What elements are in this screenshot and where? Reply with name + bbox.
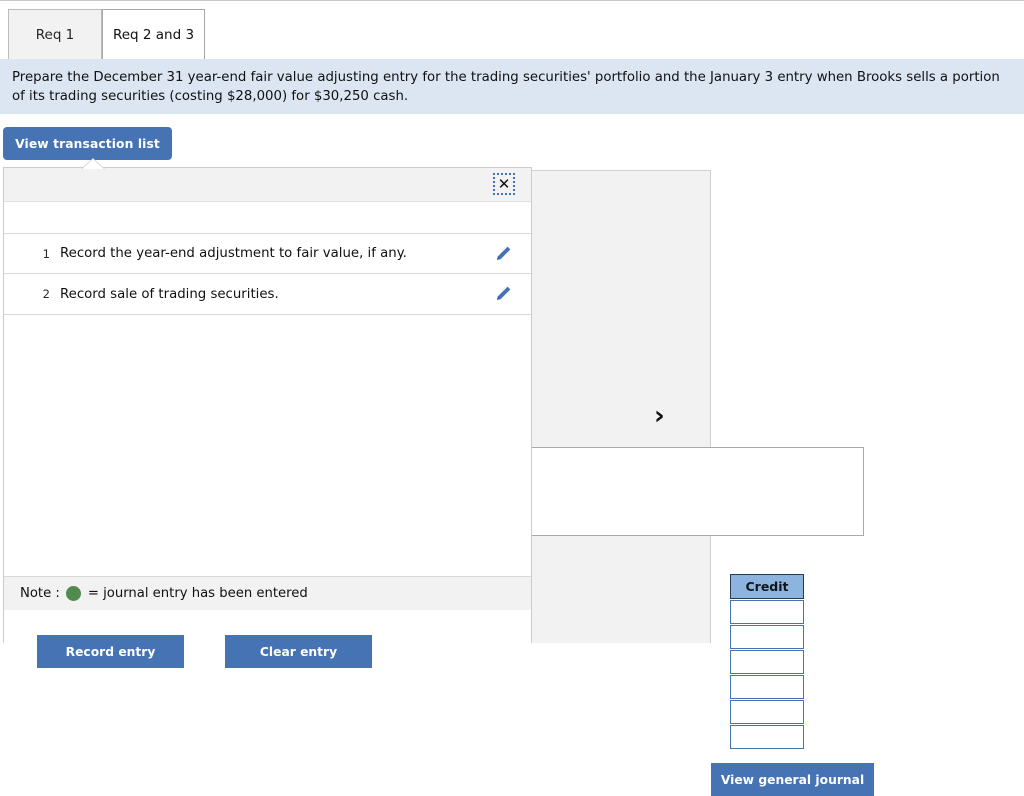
note-legend: Note : = journal entry has been entered <box>4 576 531 610</box>
green-dot-icon <box>65 586 81 601</box>
note-suffix: = journal entry has been entered <box>87 586 308 601</box>
credit-input-row[interactable] <box>730 650 804 674</box>
credit-input-row[interactable] <box>730 675 804 699</box>
note-prefix: Note : <box>20 586 60 601</box>
close-icon[interactable]: ✕ <box>493 173 515 195</box>
record-entry-button[interactable]: Record entry <box>37 635 184 668</box>
view-transaction-list-button[interactable]: View transaction list <box>3 127 172 160</box>
pencil-icon[interactable] <box>475 284 531 304</box>
modal-footer: Record entry Clear entry <box>4 610 531 676</box>
modal-notch <box>82 159 104 169</box>
list-item[interactable]: 1 Record the year-end adjustment to fair… <box>4 233 531 274</box>
modal-header: ✕ <box>4 168 531 202</box>
credit-input-row[interactable] <box>730 625 804 649</box>
transaction-list: 1 Record the year-end adjustment to fair… <box>4 233 531 315</box>
memo-textarea[interactable] <box>529 447 864 536</box>
tab-req-1[interactable]: Req 1 <box>8 9 102 59</box>
transaction-label: Record sale of trading securities. <box>60 286 279 302</box>
tab-strip: Req 1 Req 2 and 3 <box>0 1 1024 59</box>
view-general-journal-button[interactable]: View general journal <box>711 763 874 796</box>
tab-req-2-and-3[interactable]: Req 2 and 3 <box>102 9 205 59</box>
transaction-label: Record the year-end adjustment to fair v… <box>60 246 407 261</box>
credit-column: Credit <box>730 574 804 749</box>
transaction-list-modal: ✕ 1 Record the year-end adjustment to fa… <box>3 158 532 668</box>
instruction-banner: Prepare the December 31 year-end fair va… <box>0 59 1024 114</box>
list-item[interactable]: 2 Record sale of trading securities. <box>4 274 531 315</box>
credit-input-row[interactable] <box>730 725 804 749</box>
chevron-right-icon[interactable]: › <box>654 403 665 429</box>
credit-column-header: Credit <box>730 574 804 599</box>
transaction-number: 2 <box>42 287 50 301</box>
pencil-icon[interactable] <box>475 244 531 264</box>
transaction-number: 1 <box>42 246 50 261</box>
credit-input-row[interactable] <box>730 600 804 624</box>
clear-entry-button[interactable]: Clear entry <box>225 635 372 668</box>
credit-input-row[interactable] <box>730 700 804 724</box>
